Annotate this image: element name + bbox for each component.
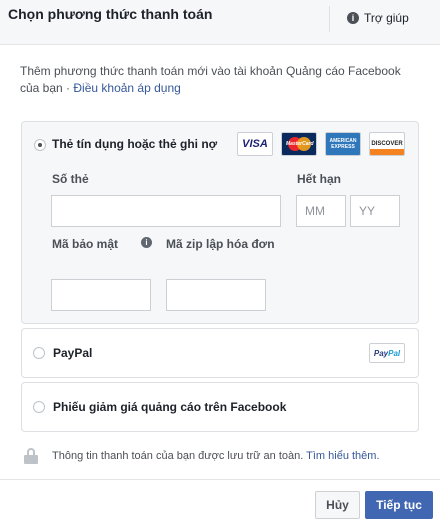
- terms-link[interactable]: Điều khoản áp dụng: [73, 81, 180, 95]
- header-divider: [329, 6, 330, 32]
- info-icon: i: [347, 12, 359, 24]
- billing-zip-input[interactable]: [166, 279, 266, 311]
- expiry-label: Hết hạn: [297, 172, 342, 186]
- paypal-logo-icon: Pay Pal: [369, 343, 405, 363]
- continue-button[interactable]: Tiếp tục: [365, 491, 433, 519]
- ad-coupon-radio[interactable]: [33, 401, 45, 413]
- learn-more-link[interactable]: Tìm hiểu thêm.: [306, 450, 379, 462]
- paypal-label: PayPal: [53, 346, 93, 360]
- visa-logo-text: VISA: [242, 138, 268, 150]
- discover-logo-icon: DISCOVER: [369, 132, 405, 156]
- credit-card-label: Thẻ tín dụng hoặc thẻ ghi nợ: [52, 137, 218, 151]
- paypal-logo-text-2: Pal: [388, 348, 401, 358]
- security-code-info-icon[interactable]: i: [141, 237, 152, 248]
- mastercard-logo-icon: MasterCard: [281, 132, 317, 156]
- dialog-header: Chọn phương thức thanh toán i Trợ giúp: [0, 0, 440, 45]
- cancel-button[interactable]: Hủy: [315, 491, 360, 519]
- paypal-logo-text-1: Pay: [373, 348, 389, 358]
- amex-logo-icon: AMERICAN EXPRESS: [325, 132, 361, 156]
- intro-separator: ·: [62, 81, 74, 95]
- paypal-radio[interactable]: [33, 347, 45, 359]
- amex-logo-text-2: EXPRESS: [331, 144, 355, 150]
- security-code-input[interactable]: [51, 279, 151, 311]
- secure-note-text: Thông tin thanh toán của bạn được lưu tr…: [52, 450, 380, 462]
- expiry-year-input[interactable]: [350, 195, 400, 227]
- discover-logo-text: DISCOVER: [371, 141, 403, 147]
- intro-text: Thêm phương thức thanh toán mới vào tài …: [20, 63, 420, 97]
- help-label: Trợ giúp: [364, 11, 409, 25]
- expiry-month-input[interactable]: [296, 195, 346, 227]
- security-code-label: Mã bảo mật: [52, 237, 119, 251]
- secure-note-message: Thông tin thanh toán của bạn được lưu tr…: [52, 450, 307, 462]
- ad-coupon-label: Phiếu giảm giá quảng cáo trên Facebook: [53, 400, 287, 414]
- help-link[interactable]: i Trợ giúp: [347, 11, 409, 25]
- visa-logo-icon: VISA: [237, 132, 273, 156]
- dialog-title: Chọn phương thức thanh toán: [8, 6, 213, 22]
- mastercard-logo-text: MasterCard: [286, 141, 314, 147]
- billing-zip-label: Mã zip lập hóa đơn: [166, 237, 275, 251]
- card-number-input[interactable]: [51, 195, 281, 227]
- lock-icon: [24, 448, 38, 464]
- card-number-label: Số thẻ: [52, 172, 89, 186]
- secure-note: Thông tin thanh toán của bạn được lưu tr…: [24, 448, 380, 464]
- footer-divider: [0, 479, 440, 480]
- credit-card-radio[interactable]: [34, 139, 46, 151]
